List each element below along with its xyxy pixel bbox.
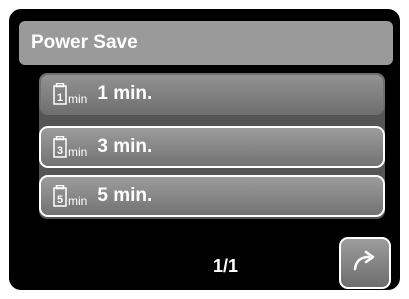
battery-timer-icon: 5 min — [53, 185, 87, 207]
option-label: 3 min. — [97, 136, 153, 157]
svg-text:5: 5 — [57, 194, 63, 206]
option-label: 1 min. — [97, 83, 153, 104]
power-save-screen: Power Save 1 min 1 min. 3 min 3 min. 5 m… — [9, 9, 400, 290]
icon-unit-label: min — [68, 194, 88, 208]
page-title: Power Save — [19, 21, 393, 65]
page-indicator: 1/1 — [213, 256, 239, 276]
icon-unit-label: min — [68, 145, 88, 159]
option-5-min[interactable]: 5 min 5 min. — [39, 175, 385, 217]
battery-timer-icon: 3 min — [53, 136, 87, 158]
forward-arrow-icon — [352, 250, 378, 277]
option-label: 5 min. — [97, 185, 153, 206]
icon-unit-label: min — [68, 92, 88, 106]
option-list: 1 min 1 min. 3 min 3 min. 5 min 5 min. — [39, 73, 385, 219]
battery-timer-icon: 1 min — [53, 83, 87, 105]
option-1-min[interactable]: 1 min 1 min. — [39, 73, 385, 115]
next-button[interactable] — [339, 237, 391, 289]
svg-text:1: 1 — [57, 92, 63, 104]
svg-text:3: 3 — [57, 145, 63, 157]
option-3-min[interactable]: 3 min 3 min. — [39, 126, 385, 168]
